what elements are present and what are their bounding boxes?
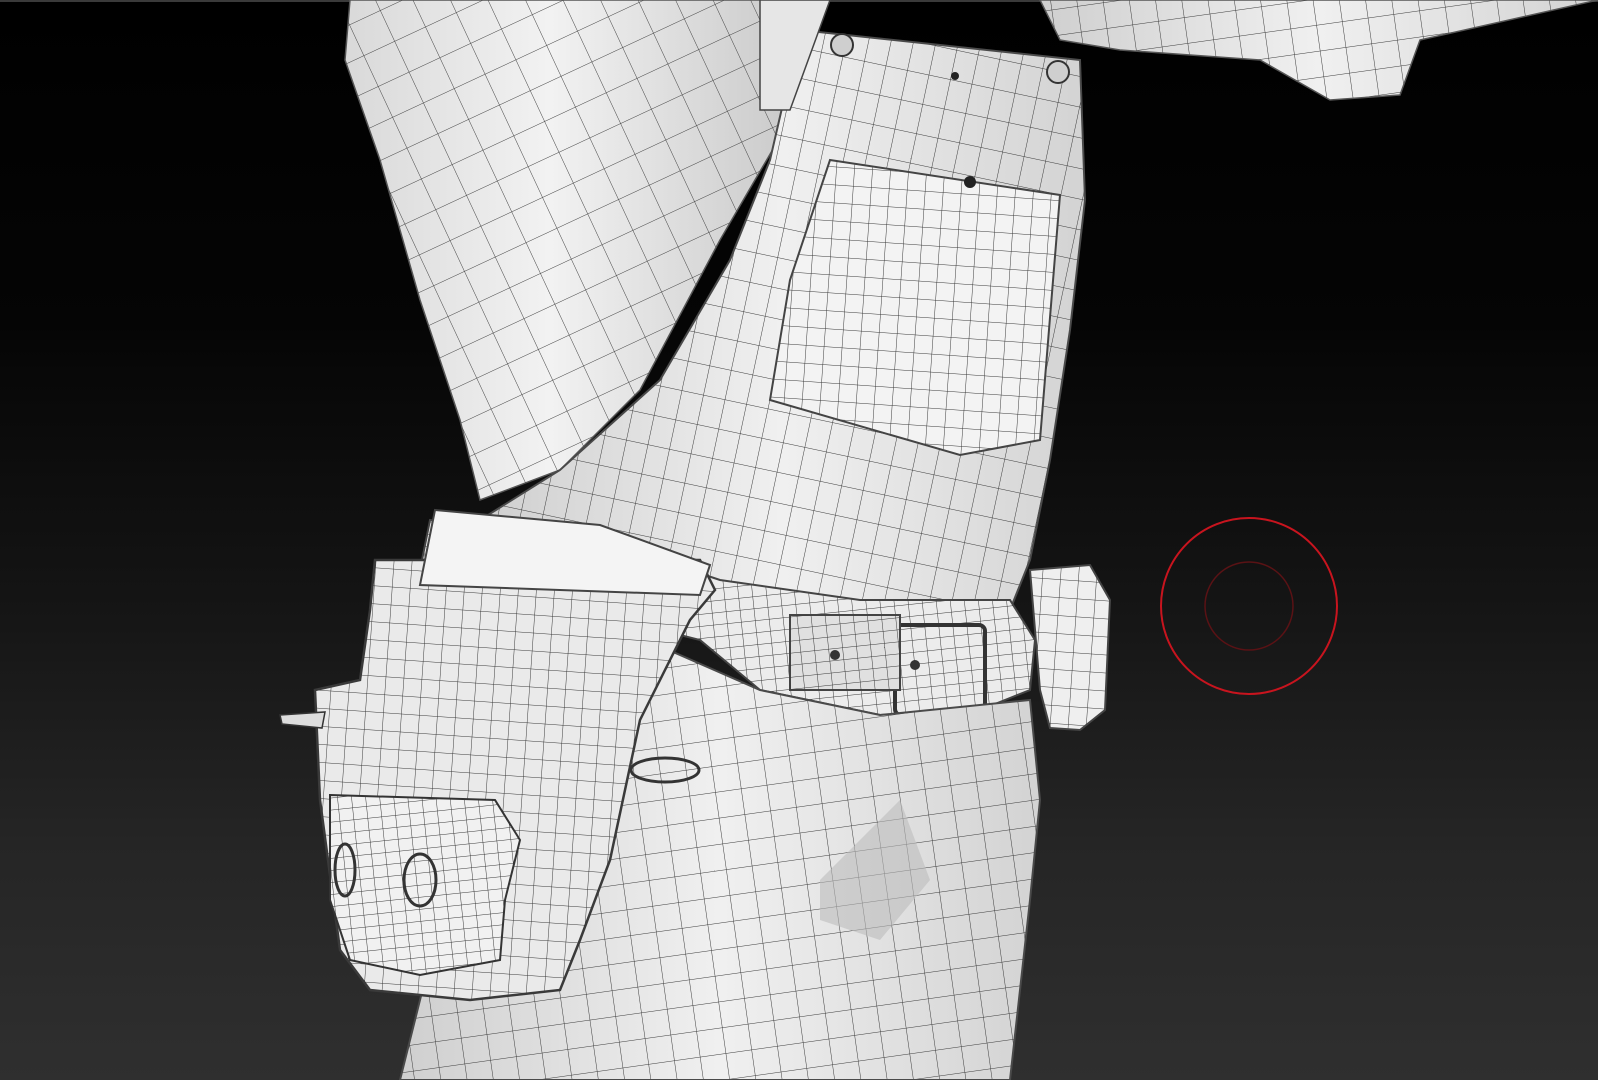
arm-mesh bbox=[1039, 0, 1598, 101]
character-mesh-wireframe[interactable] bbox=[0, 0, 1598, 1080]
3d-viewport-canvas[interactable] bbox=[0, 0, 1598, 1080]
